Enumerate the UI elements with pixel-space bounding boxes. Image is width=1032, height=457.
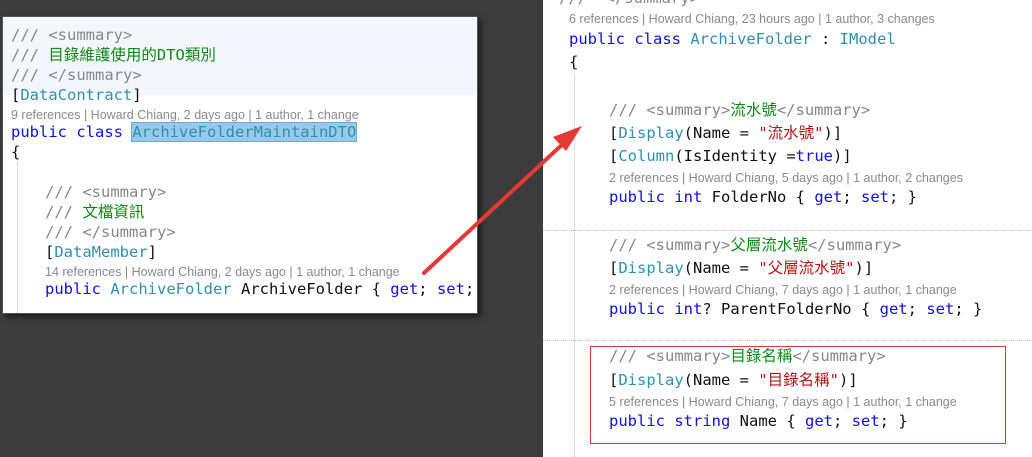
screenshot-root: { "left_editor": { "summary_open": "/// … bbox=[0, 0, 1032, 457]
annotation-arrow bbox=[422, 126, 582, 275]
arrow-shaft bbox=[422, 139, 568, 275]
